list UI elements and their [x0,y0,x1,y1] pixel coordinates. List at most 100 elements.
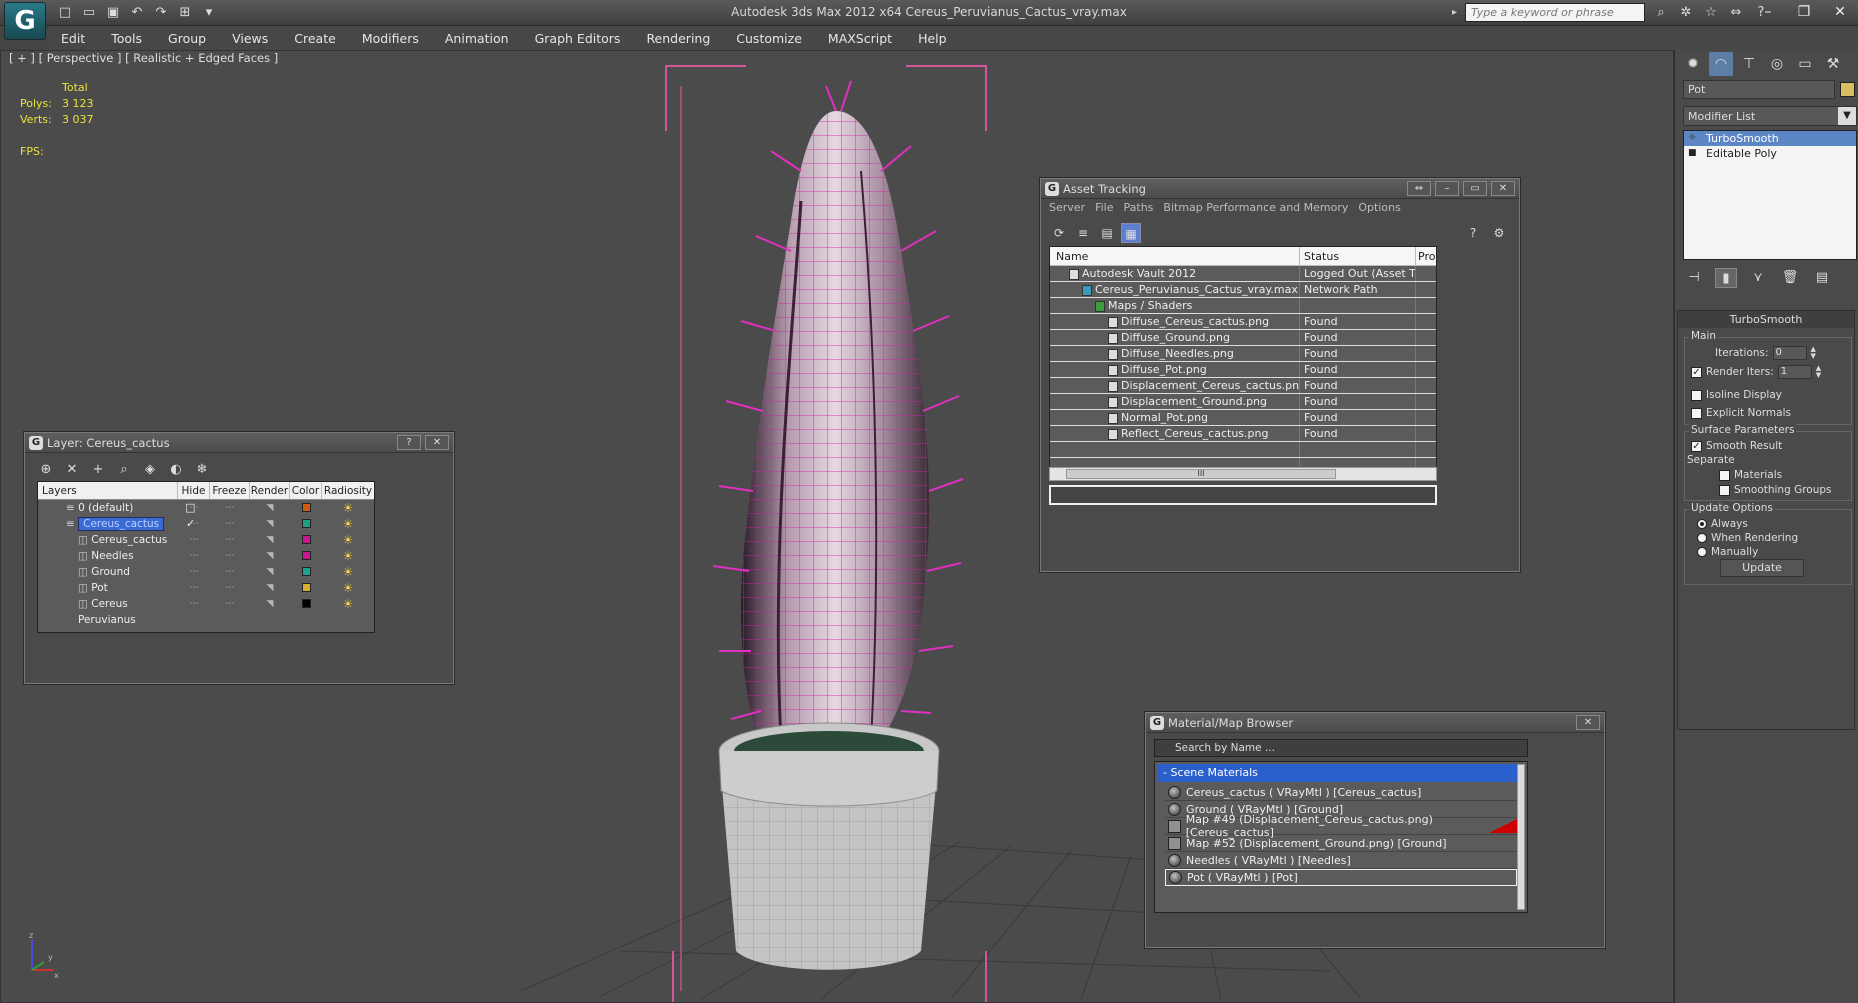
layer-color-swatch[interactable] [301,583,311,592]
menu-group[interactable]: Group [155,31,219,46]
radiosity-bulb-icon[interactable]: ☀ [343,516,354,532]
menu-create[interactable]: Create [281,31,349,46]
radiosity-cell[interactable]: ☀ [322,548,374,564]
col-freeze[interactable]: Freeze [210,482,250,499]
object-color-swatch[interactable] [1840,82,1855,97]
col-layers[interactable]: Layers [38,482,178,499]
menu-rendering[interactable]: Rendering [633,31,723,46]
modifier-list-dropdown[interactable]: Modifier List ▼ [1683,106,1857,126]
update-when-rendering-radio[interactable] [1697,533,1707,543]
list-view-icon[interactable]: ≡ [1073,223,1093,243]
object-name-field[interactable]: Pot [1683,80,1835,99]
material-row[interactable]: Map #52 (Displacement_Ground.png) [Groun… [1165,835,1517,852]
asset-row[interactable]: Cereus_Peruvianus_Cactus_vray.max Network… [1050,282,1436,298]
explicit-normals-checkbox[interactable] [1691,407,1702,419]
layer-color-swatch[interactable] [301,567,311,576]
hide-toggle[interactable]: ⋯ [178,532,210,548]
close-button[interactable]: ✕ [425,435,449,450]
render-toggle[interactable]: ◥ [250,548,290,564]
asset-menu-paths[interactable]: Paths [1124,199,1154,217]
radiosity-cell[interactable]: ☀ [322,516,374,532]
isoline-checkbox[interactable] [1691,389,1702,401]
color-cell[interactable] [290,500,322,516]
freeze-toggle[interactable]: ⋯ [210,564,250,580]
stack-item-turbosmooth[interactable]: ☼ TurboSmooth [1684,131,1856,146]
layer-name-cell[interactable]: ◫ Cereus Peruvianus [38,596,178,626]
col-color[interactable]: Color [290,482,322,499]
close-icon[interactable]: ✕ [1491,181,1515,196]
col-render[interactable]: Render [250,482,290,499]
spinner-arrows-icon[interactable]: ▲ ▼ [1816,365,1821,379]
hide-toggle[interactable]: ⋯ [178,596,210,612]
close-button[interactable]: ✕ [1576,715,1600,730]
separate-materials-checkbox[interactable] [1719,469,1730,481]
asset-menu-file[interactable]: File [1095,199,1113,217]
layer-row[interactable]: ◫ Needles ⋯ ⋯ ◥ ☀ [38,548,374,564]
hide-all-icon[interactable]: ◐ [167,461,185,479]
binoculars-icon[interactable]: ⌕ [1650,3,1672,23]
menu-maxscript[interactable]: MAXScript [815,31,905,46]
vertical-scrollbar[interactable] [1517,764,1525,910]
layer-color-swatch[interactable] [301,503,311,512]
material-row[interactable]: Cereus_cactus ( VRayMtl ) [Cereus_cactus… [1165,784,1517,801]
asset-name-cell[interactable]: Reflect_Cereus_cactus.png [1050,426,1300,441]
color-cell[interactable] [290,548,322,564]
stack-item-editable-poly[interactable]: ■ Editable Poly [1684,146,1856,161]
thumbnail-view-icon[interactable]: ▤ [1097,223,1117,243]
layer-row[interactable]: ≡ 0 (default) ⋯ ⋯ ◥ ☀ □ [38,500,374,516]
star-icon[interactable]: ☆ [1700,3,1722,23]
layer-color-swatch[interactable] [301,551,311,560]
layer-name-cell[interactable]: ◫ Cereus_cactus [38,532,178,548]
asset-row[interactable]: Displacement_Cereus_cactus.png Found [1050,378,1436,394]
maximize-icon[interactable]: ▭ [1463,181,1487,196]
help-icon[interactable]: ? [1463,223,1483,243]
layer-row[interactable]: ◫ Cereus Peruvianus ⋯ ⋯ ◥ ☀ [38,596,374,626]
pin-stack-icon[interactable]: ⊣ [1683,268,1705,288]
layer-name-cell[interactable]: ≡ 0 (default) [38,500,178,516]
color-cell[interactable] [290,596,322,612]
radiosity-cell[interactable]: ☀ [322,532,374,548]
layer-name-cell[interactable]: ≡ Cereus_cactus [38,516,178,532]
restore-icon[interactable]: ❐ [1786,0,1822,24]
modify-tab-icon[interactable]: ◠ [1709,52,1733,76]
layer-row[interactable]: ◫ Pot ⋯ ⋯ ◥ ☀ [38,580,374,596]
dock-icon[interactable]: ⇔ [1407,181,1431,196]
asset-row[interactable]: Diffuse_Pot.png Found [1050,362,1436,378]
smooth-result-checkbox[interactable]: ✓ [1691,440,1702,452]
asset-row[interactable]: Reflect_Cereus_cactus.png Found [1050,426,1436,442]
menu-customize[interactable]: Customize [723,31,815,46]
menu-edit[interactable]: Edit [48,31,98,46]
asset-menu-server[interactable]: Server [1049,199,1085,217]
delete-layer-icon[interactable]: ✕ [63,461,81,479]
render-toggle[interactable]: ◥ [250,580,290,596]
app-logo-button[interactable]: G [4,2,46,40]
freeze-toggle[interactable]: ⋯ [210,596,250,612]
hierarchy-tab-icon[interactable]: ⊤ [1737,52,1761,76]
asset-name-cell[interactable]: Diffuse_Pot.png [1050,362,1300,377]
radiosity-bulb-icon[interactable]: ☀ [343,532,354,548]
menu-tools[interactable]: Tools [98,31,155,46]
color-cell[interactable] [290,532,322,548]
asset-name-cell[interactable]: Cereus_Peruvianus_Cactus_vray.max [1050,282,1300,297]
show-end-result-icon[interactable]: ▮ [1715,268,1737,288]
asset-row[interactable]: Normal_Pot.png Found [1050,410,1436,426]
motion-tab-icon[interactable]: ◎ [1765,52,1789,76]
configure-sets-icon[interactable]: ▤ [1811,268,1833,288]
menu-graph-editors[interactable]: Graph Editors [522,31,634,46]
asset-menu-bitmap[interactable]: Bitmap Performance and Memory [1163,199,1348,217]
lightbulb-icon[interactable]: ☼ [1688,133,1698,143]
search-input[interactable]: Type a keyword or phrase [1465,3,1645,22]
material-row[interactable]: Map #49 (Displacement_Cereus_cactus.png)… [1165,813,1517,839]
close-icon[interactable]: ✕ [1822,0,1858,24]
asset-name-cell[interactable]: Autodesk Vault 2012 [1050,266,1300,281]
layer-name-cell[interactable]: ◫ Pot [38,580,178,596]
make-unique-icon[interactable]: ⋎ [1747,268,1769,288]
minimize-icon[interactable]: – [1750,0,1786,24]
hide-toggle[interactable]: ⋯ [178,564,210,580]
update-manually-radio[interactable] [1697,547,1707,557]
asset-name-cell[interactable]: Diffuse_Needles.png [1050,346,1300,361]
col-hide[interactable]: Hide [178,482,210,499]
render-toggle[interactable]: ◥ [250,532,290,548]
asset-row[interactable]: Maps / Shaders [1050,298,1436,314]
radiosity-cell[interactable]: ☀ [322,580,374,596]
